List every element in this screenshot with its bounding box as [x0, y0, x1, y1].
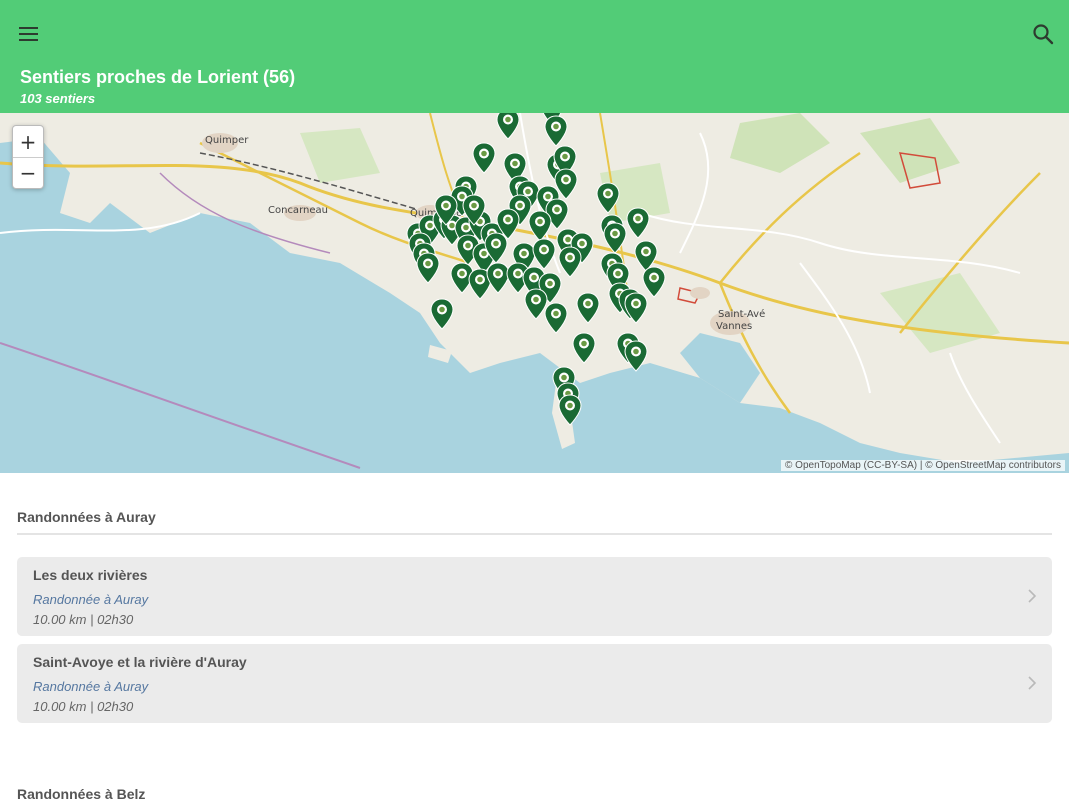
search-button[interactable]: [1029, 20, 1057, 48]
app-header: Sentiers proches de Lorient (56) 103 sen…: [0, 0, 1069, 113]
map-pin-icon[interactable]: [484, 232, 508, 264]
section-title-belz: Randonnées à Belz: [17, 786, 146, 800]
trail-location-link[interactable]: Randonnée à Auray: [33, 679, 148, 694]
zoom-in-button[interactable]: +: [13, 126, 43, 157]
map-pin-icon[interactable]: [434, 194, 458, 226]
trail-name: Saint-Avoye et la rivière d'Auray: [33, 654, 247, 670]
map-pin-icon[interactable]: [596, 182, 620, 214]
app-screen: Sentiers proches de Lorient (56) 103 sen…: [0, 0, 1069, 800]
trail-location-link[interactable]: Randonnée à Auray: [33, 592, 148, 607]
map-pin-icon[interactable]: [430, 298, 454, 330]
map-pin-icon[interactable]: [626, 207, 650, 239]
trail-map[interactable]: Quimper Concarneau Quimperlé Saint-Avé V…: [0, 113, 1069, 473]
map-pin-icon[interactable]: [624, 292, 648, 324]
zoom-control: + −: [12, 125, 44, 189]
map-pin-icon[interactable]: [558, 394, 582, 426]
map-pin-icon[interactable]: [624, 340, 648, 372]
chevron-right-icon: [1028, 589, 1037, 603]
trail-name: Les deux rivières: [33, 567, 148, 583]
map-attribution: © OpenTopoMap (CC-BY-SA) | © OpenStreetM…: [781, 460, 1065, 471]
trail-distance-duration: 10.00 km | 02h30: [33, 699, 134, 714]
map-pin-icon[interactable]: [544, 115, 568, 147]
map-pin-icon[interactable]: [472, 142, 496, 174]
hamburger-icon: [19, 27, 38, 41]
map-pin-icon[interactable]: [496, 113, 520, 140]
map-pin-icon[interactable]: [572, 332, 596, 364]
section-title-auray: Randonnées à Auray: [17, 509, 156, 525]
trail-count: 103 sentiers: [20, 91, 96, 106]
map-pin-icon[interactable]: [603, 222, 627, 254]
map-pin-icon[interactable]: [576, 292, 600, 324]
search-icon: [1033, 24, 1054, 45]
page-title: Sentiers proches de Lorient (56): [20, 67, 296, 87]
zoom-out-button[interactable]: −: [13, 157, 43, 188]
trail-card[interactable]: Saint-Avoye et la rivière d'Auray Randon…: [17, 644, 1052, 723]
trail-card[interactable]: Les deux rivières Randonnée à Auray 10.0…: [17, 557, 1052, 636]
map-pin-icon[interactable]: [416, 252, 440, 284]
trail-markers: [0, 113, 1069, 473]
map-pin-icon[interactable]: [544, 302, 568, 334]
menu-button[interactable]: [15, 20, 43, 48]
section-divider: [17, 533, 1052, 535]
map-pin-icon[interactable]: [462, 194, 486, 226]
trail-distance-duration: 10.00 km | 02h30: [33, 612, 134, 627]
chevron-right-icon: [1028, 676, 1037, 690]
